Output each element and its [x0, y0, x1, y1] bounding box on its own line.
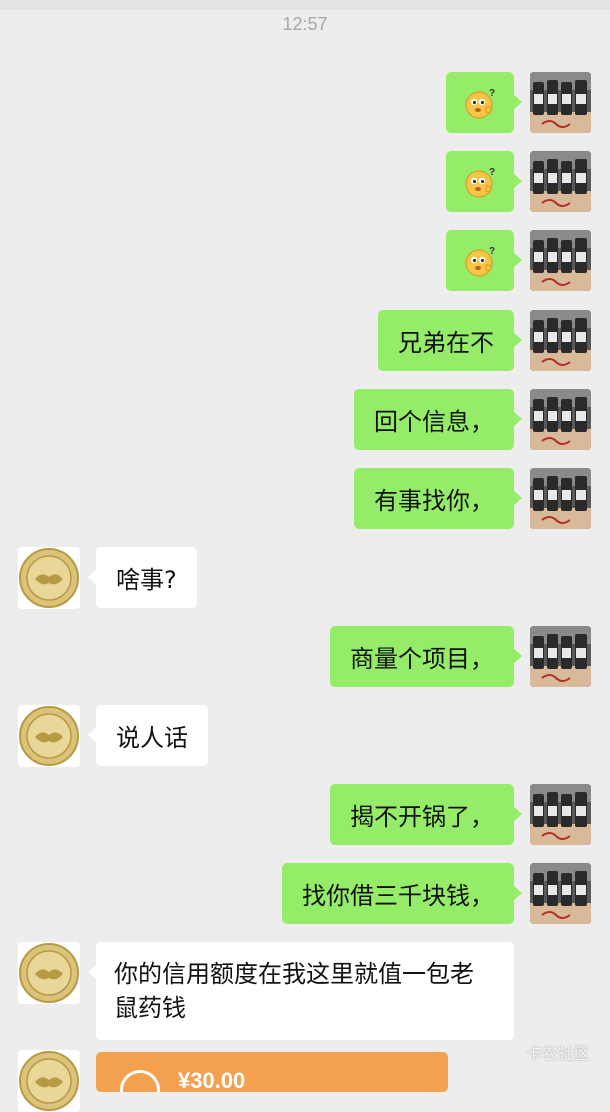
sent-emoji-bubble[interactable] [446, 230, 522, 291]
watermark: 卡农社区 [525, 1044, 590, 1063]
self-avatar[interactable] [530, 468, 591, 529]
contact-avatar[interactable] [18, 705, 80, 767]
sent-message-bubble[interactable]: 商量个项目， [330, 626, 522, 687]
transfer-icon [120, 1070, 160, 1092]
sent-message-bubble[interactable]: 揭不开锅了， [330, 784, 522, 845]
sent-message-bubble[interactable]: 回个信息， [354, 389, 522, 450]
thinking-face-icon [462, 85, 498, 121]
self-avatar[interactable] [530, 230, 591, 291]
contact-avatar[interactable] [18, 547, 80, 609]
received-message-bubble[interactable]: 啥事? [88, 547, 197, 608]
sent-emoji-bubble[interactable] [446, 72, 522, 133]
sent-message-bubble[interactable]: 有事找你， [354, 468, 522, 529]
self-avatar[interactable] [530, 784, 591, 845]
timestamp: 12:57 [282, 14, 328, 34]
self-avatar[interactable] [530, 863, 591, 924]
sent-message-bubble[interactable]: 兄弟在不 [378, 310, 522, 371]
contact-avatar[interactable] [18, 1050, 80, 1112]
thinking-face-icon [462, 243, 498, 279]
thinking-face-icon [462, 164, 498, 200]
self-avatar[interactable] [530, 389, 591, 450]
received-message-bubble[interactable]: 你的信用额度在我这里就值一包老鼠药钱 [88, 942, 514, 1040]
sent-message-bubble[interactable]: 找你借三千块钱， [282, 863, 522, 924]
contact-avatar[interactable] [18, 942, 80, 1004]
self-avatar[interactable] [530, 626, 591, 687]
self-avatar[interactable] [530, 72, 591, 133]
transfer-amount: ¥30.00 [178, 1068, 246, 1092]
sent-emoji-bubble[interactable] [446, 151, 522, 212]
self-avatar[interactable] [530, 310, 591, 371]
self-avatar[interactable] [530, 151, 591, 212]
top-divider [0, 0, 610, 10]
received-message-bubble[interactable]: 说人话 [88, 705, 208, 766]
transfer-card[interactable]: ¥30.00 [96, 1052, 448, 1092]
